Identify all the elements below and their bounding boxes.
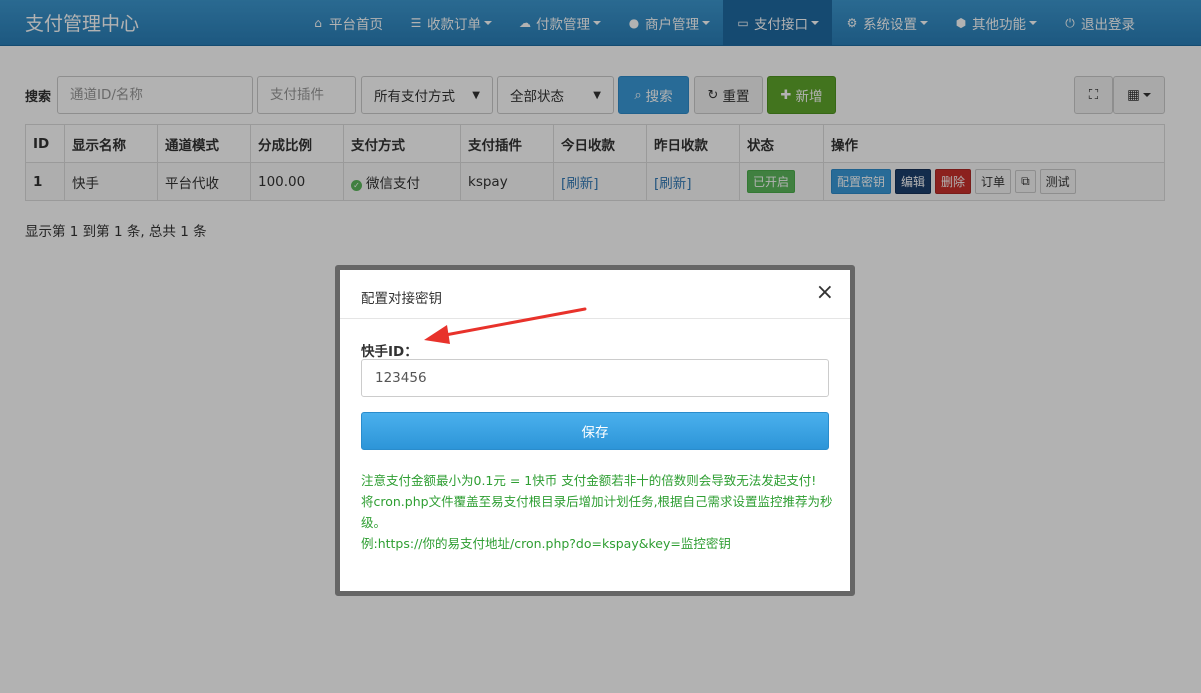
save-button[interactable]: 保存 [361,412,829,450]
close-icon[interactable]: × [816,282,834,304]
note-line: 注意支付金额最小为0.1元 = 1快币 支付金额若非十的倍数则会导致无法发起支付… [361,473,817,488]
kuaishou-id-label: 快手ID： [361,344,418,360]
note-line: 将cron.php文件覆盖至易支付根目录后增加计划任务,根据自己需求设置监控推荐… [361,494,833,530]
note-line: 例:https://你的易支付地址/cron.php?do=kspay&key=… [361,536,731,551]
kuaishou-id-input[interactable] [361,359,829,397]
config-key-modal: 配置对接密钥 × 快手ID： 保存 注意支付金额最小为0.1元 = 1快币 支付… [335,265,855,596]
modal-header: 配置对接密钥 × [340,270,850,319]
modal-title: 配置对接密钥 [361,291,442,307]
modal-notes: 注意支付金额最小为0.1元 = 1快币 支付金额若非十的倍数则会导致无法发起支付… [361,470,836,554]
